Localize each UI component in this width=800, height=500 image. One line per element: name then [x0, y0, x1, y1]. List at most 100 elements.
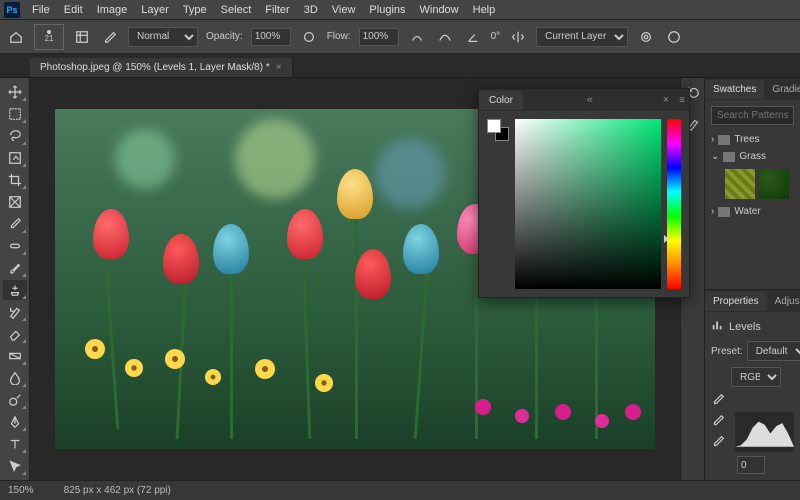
zoom-level[interactable]: 150% [8, 485, 34, 496]
foreground-color-swatch[interactable] [487, 119, 501, 133]
eyedropper-gray-icon[interactable] [711, 414, 725, 431]
menu-window[interactable]: Window [414, 2, 465, 18]
panel-menu-icon[interactable]: ≡ [675, 95, 689, 106]
folder-label: Grass [739, 151, 766, 162]
folder-grass[interactable]: ⌄ Grass [711, 148, 794, 165]
flow-input[interactable] [359, 28, 399, 46]
lasso-tool[interactable] [3, 126, 27, 146]
folder-trees[interactable]: › Trees [711, 131, 794, 148]
path-selection-tool[interactable] [3, 456, 27, 476]
folder-label: Water [734, 206, 760, 217]
close-icon[interactable]: × [657, 94, 675, 106]
color-panel: Color « × ≡ [478, 88, 690, 298]
menu-bar: Ps File Edit Image Layer Type Select Fil… [0, 0, 800, 20]
menu-file[interactable]: File [26, 2, 56, 18]
airbrush-icon[interactable] [407, 27, 427, 47]
panel-collapse-icon[interactable]: « [581, 94, 599, 106]
swatches-panel-tabs: Swatches Gradients [705, 78, 800, 100]
object-selection-tool[interactable] [3, 148, 27, 168]
home-icon[interactable] [6, 27, 26, 47]
menu-image[interactable]: Image [91, 2, 134, 18]
tab-swatches[interactable]: Swatches [705, 80, 764, 99]
frame-tool[interactable] [3, 192, 27, 212]
menu-3d[interactable]: 3D [298, 2, 324, 18]
blend-mode-select[interactable]: Normal [128, 27, 198, 47]
channel-select[interactable]: RGB [731, 367, 781, 387]
pen-tool[interactable] [3, 412, 27, 432]
opacity-label: Opacity: [206, 31, 243, 42]
document-dimensions[interactable]: 825 px x 462 px (72 ppi) [64, 485, 171, 496]
angle-icon[interactable] [463, 27, 483, 47]
crop-tool[interactable] [3, 170, 27, 190]
chevron-down-icon: ⌄ [711, 151, 719, 162]
gradient-tool[interactable] [3, 346, 27, 366]
type-tool[interactable] [3, 434, 27, 454]
pattern-search-input[interactable] [711, 106, 794, 125]
move-tool[interactable] [3, 82, 27, 102]
chevron-right-icon: › [711, 134, 714, 145]
tablet-settings-icon[interactable] [664, 27, 684, 47]
symmetry-icon[interactable] [508, 27, 528, 47]
menu-filter[interactable]: Filter [259, 2, 295, 18]
brush-panel-icon[interactable] [72, 27, 92, 47]
menu-layer[interactable]: Layer [135, 2, 175, 18]
menu-edit[interactable]: Edit [58, 2, 89, 18]
levels-histogram[interactable] [735, 412, 794, 452]
hue-slider-thumb[interactable] [664, 235, 669, 243]
preset-label: Preset: [711, 346, 743, 357]
preset-select[interactable]: Default [747, 341, 800, 361]
foreground-background-swatch[interactable] [487, 119, 509, 141]
pattern-thumb[interactable] [759, 169, 789, 199]
close-icon[interactable]: × [276, 62, 282, 73]
folder-icon [718, 207, 730, 217]
angle-value: 0° [491, 31, 501, 42]
smoothing-icon[interactable] [435, 27, 455, 47]
dodge-tool[interactable] [3, 390, 27, 410]
menu-select[interactable]: Select [215, 2, 258, 18]
brush-settings-icon[interactable] [100, 27, 120, 47]
chevron-right-icon: › [711, 206, 714, 217]
marquee-tool[interactable] [3, 104, 27, 124]
tools-panel [0, 78, 30, 480]
sample-target-select[interactable]: Current Layer [536, 27, 628, 47]
tab-color[interactable]: Color [479, 91, 523, 110]
folder-water[interactable]: › Water [711, 203, 794, 220]
black-point-input[interactable] [737, 456, 765, 474]
swatches-panel: Swatches Gradients › Trees ⌄ Grass [705, 78, 800, 289]
healing-brush-tool[interactable] [3, 236, 27, 256]
pattern-thumb[interactable] [725, 169, 755, 199]
menu-plugins[interactable]: Plugins [363, 2, 411, 18]
properties-panel-tabs: Properties Adjustments [705, 290, 800, 312]
opacity-input[interactable] [251, 28, 291, 46]
color-field[interactable] [515, 119, 661, 289]
status-bar: 150% 825 px x 462 px (72 ppi) [0, 480, 800, 500]
tab-gradients[interactable]: Gradients [764, 80, 800, 99]
pressure-size-icon[interactable] [636, 27, 656, 47]
history-brush-tool[interactable] [3, 302, 27, 322]
tab-adjustments[interactable]: Adjustments [767, 292, 800, 311]
flow-label: Flow: [327, 31, 351, 42]
adjustment-type-label: Levels [729, 321, 761, 333]
menu-type[interactable]: Type [177, 2, 213, 18]
eyedropper-white-icon[interactable] [711, 435, 725, 452]
eyedropper-tool[interactable] [3, 214, 27, 234]
pressure-opacity-icon[interactable] [299, 27, 319, 47]
grass-pattern-thumbs [725, 169, 794, 199]
properties-panel: Properties Adjustments Levels Preset: De… [705, 289, 800, 480]
tab-properties[interactable]: Properties [705, 292, 767, 311]
document-tab[interactable]: Photoshop.jpeg @ 150% (Levels 1, Layer M… [30, 58, 293, 77]
levels-icon [711, 318, 725, 335]
color-panel-header[interactable]: Color « × ≡ [479, 89, 689, 111]
menu-view[interactable]: View [326, 2, 362, 18]
clone-stamp-tool[interactable] [3, 280, 27, 300]
menu-help[interactable]: Help [467, 2, 502, 18]
blur-tool[interactable] [3, 368, 27, 388]
eyedropper-black-icon[interactable] [711, 393, 725, 410]
eraser-tool[interactable] [3, 324, 27, 344]
brush-preset-picker[interactable]: 21 [34, 24, 64, 50]
brush-tool[interactable] [3, 258, 27, 278]
right-dock: Swatches Gradients › Trees ⌄ Grass [704, 78, 800, 480]
hue-slider[interactable] [667, 119, 681, 289]
folder-icon [718, 135, 730, 145]
photoshop-logo-icon: Ps [4, 2, 20, 18]
